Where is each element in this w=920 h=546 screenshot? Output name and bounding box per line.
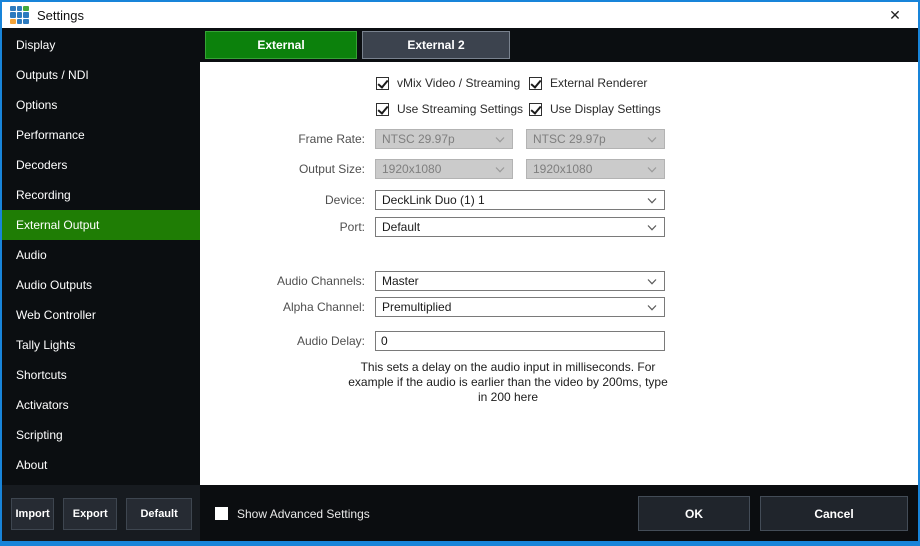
show-advanced-settings: Show Advanced Settings [215,507,370,521]
port-select[interactable]: Default [375,217,665,237]
checkbox-row: vMix Video / Streaming [376,75,520,91]
sidebar-item-audio-outputs[interactable]: Audio Outputs [2,270,200,300]
cb-external-renderer[interactable] [529,77,542,90]
output-size-select-1[interactable]: 1920x1080 [375,159,513,179]
sidebar-item-shortcuts[interactable]: Shortcuts [2,360,200,390]
sidebar-item-performance[interactable]: Performance [2,120,200,150]
sidebar-item-display[interactable]: Display [2,30,200,60]
frame-rate-select-1[interactable]: NTSC 29.97p [375,129,513,149]
show-advanced-settings-label: Show Advanced Settings [237,507,370,521]
output-size-value-1: 1920x1080 [382,162,441,176]
logo-square [23,12,29,18]
frame-rate-value-1: NTSC 29.97p [382,132,455,146]
sidebar-item-external-output[interactable]: External Output [2,210,200,240]
audio-delay-input[interactable] [375,331,665,351]
sidebar-item-tally-lights[interactable]: Tally Lights [2,330,200,360]
device-label: Device: [200,193,365,207]
cb-use-display-settings-label: Use Display Settings [550,102,661,116]
audio-channels-value: Master [382,274,419,288]
chevron-down-icon [647,167,657,173]
title-bar: Settings ✕ [2,2,918,28]
cb-use-display-settings[interactable] [529,103,542,116]
port-label: Port: [200,220,365,234]
sidebar-item-scripting[interactable]: Scripting [2,420,200,450]
settings-window: Settings ✕ Display Outputs / NDI Options… [0,0,920,546]
cb-vmix-video-streaming-label: vMix Video / Streaming [397,76,520,90]
logo-square [17,19,23,25]
logo-square [10,6,16,12]
default-button[interactable]: Default [126,498,192,530]
logo-square [23,6,29,12]
checkbox-row: External Renderer [529,75,647,91]
output-size-label: Output Size: [200,162,365,176]
logo-square [10,12,16,18]
alpha-channel-label: Alpha Channel: [200,300,365,314]
chevron-down-icon [647,305,657,311]
cb-use-streaming-settings[interactable] [376,103,389,116]
tab-external[interactable]: External [205,31,357,59]
tab-external-2[interactable]: External 2 [362,31,510,59]
chevron-down-icon [647,137,657,143]
sidebar-item-options[interactable]: Options [2,90,200,120]
sidebar-item-activators[interactable]: Activators [2,390,200,420]
import-button[interactable]: Import [11,498,54,530]
cb-vmix-video-streaming[interactable] [376,77,389,90]
output-size-value-2: 1920x1080 [533,162,592,176]
sidebar-item-about[interactable]: About [2,450,200,480]
window-title: Settings [37,8,84,23]
close-icon[interactable]: ✕ [880,7,910,24]
cb-show-advanced-settings[interactable] [215,507,228,520]
frame-rate-value-2: NTSC 29.97p [533,132,606,146]
ok-button[interactable]: OK [638,496,750,531]
checkbox-row: Use Streaming Settings [376,101,523,117]
output-size-select-2[interactable]: 1920x1080 [526,159,665,179]
sidebar-item-recording[interactable]: Recording [2,180,200,210]
device-select[interactable]: DeckLink Duo (1) 1 [375,190,665,210]
port-value: Default [382,220,420,234]
device-value: DeckLink Duo (1) 1 [382,193,485,207]
cancel-button[interactable]: Cancel [760,496,908,531]
footer-right: Show Advanced Settings OK Cancel [200,485,918,542]
chevron-down-icon [495,167,505,173]
settings-sidebar: Display Outputs / NDI Options Performanc… [2,28,200,485]
chevron-down-icon [647,225,657,231]
alpha-channel-select[interactable]: Premultiplied [375,297,665,317]
chevron-down-icon [647,198,657,204]
external-output-panel: vMix Video / Streaming External Renderer… [200,62,918,485]
footer-left: Import Export Default [2,485,200,542]
audio-channels-select[interactable]: Master [375,271,665,291]
audio-delay-help-text: This sets a delay on the audio input in … [348,360,668,405]
sidebar-item-audio[interactable]: Audio [2,240,200,270]
logo-square [17,6,23,12]
chevron-down-icon [647,279,657,285]
audio-channels-label: Audio Channels: [200,274,365,288]
tab-strip: External External 2 [200,28,918,62]
export-button[interactable]: Export [63,498,117,530]
logo-square [10,19,16,25]
frame-rate-label: Frame Rate: [200,132,365,146]
checkbox-row: Use Display Settings [529,101,661,117]
chevron-down-icon [495,137,505,143]
cb-external-renderer-label: External Renderer [550,76,647,90]
sidebar-item-web-controller[interactable]: Web Controller [2,300,200,330]
alpha-channel-value: Premultiplied [382,300,451,314]
sidebar-item-outputs-ndi[interactable]: Outputs / NDI [2,60,200,90]
frame-rate-select-2[interactable]: NTSC 29.97p [526,129,665,149]
logo-square [17,12,23,18]
cb-use-streaming-settings-label: Use Streaming Settings [397,102,523,116]
vmix-logo-icon [10,6,29,25]
logo-square [23,19,29,25]
audio-delay-label: Audio Delay: [200,334,365,348]
sidebar-item-decoders[interactable]: Decoders [2,150,200,180]
footer-bar: Import Export Default Show Advanced Sett… [2,485,918,542]
